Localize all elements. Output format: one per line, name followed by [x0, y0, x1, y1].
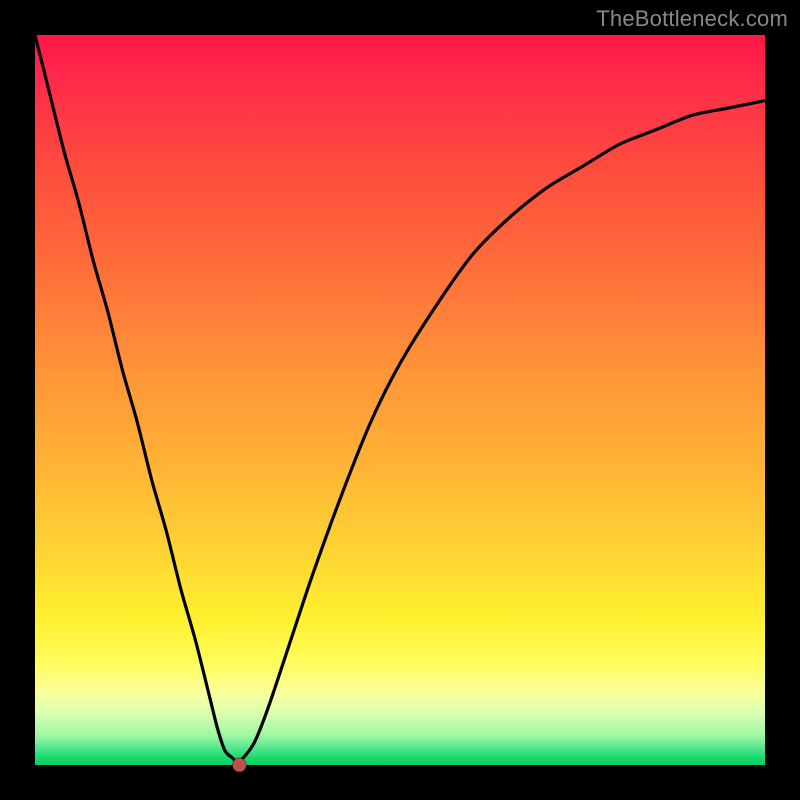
min-marker: [232, 758, 246, 772]
curve-svg: [35, 35, 765, 765]
plot-area: [35, 35, 765, 765]
chart-container: TheBottleneck.com: [0, 0, 800, 800]
bottleneck-curve: [35, 35, 765, 762]
watermark-text: TheBottleneck.com: [596, 6, 788, 32]
